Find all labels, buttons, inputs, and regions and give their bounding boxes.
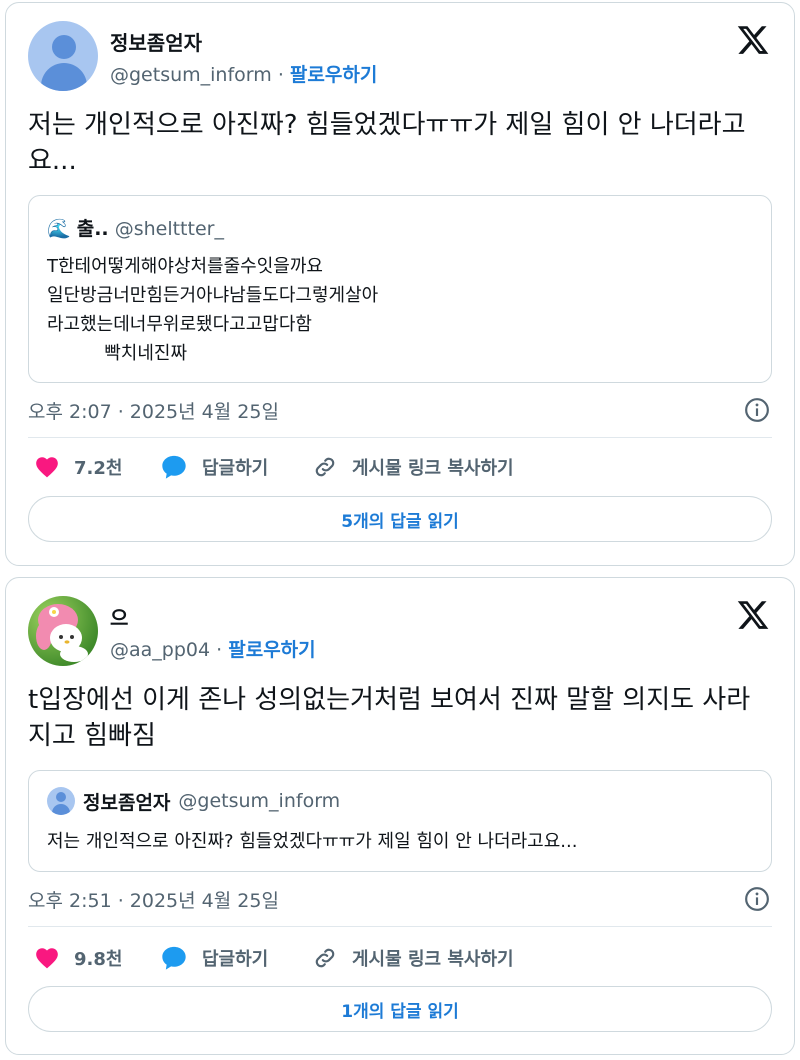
- author-name[interactable]: 으: [110, 602, 128, 631]
- copy-link-label: 게시물 링크 복사하기: [352, 949, 514, 970]
- reply-label: 답글하기: [202, 458, 269, 479]
- timestamp[interactable]: 오후 2:51 · 2025년 4월 25일: [28, 890, 279, 912]
- reply-button[interactable]: 답글하기: [160, 942, 268, 974]
- like-button[interactable]: 7.2천: [34, 451, 122, 483]
- divider: [28, 926, 772, 927]
- follow-button[interactable]: 팔로우하기: [290, 64, 377, 86]
- separator-dot: ·: [277, 64, 290, 86]
- timestamp[interactable]: 오후 2:07 · 2025년 4월 25일: [28, 401, 279, 423]
- quoted-author-handle: @shelttter_: [114, 218, 224, 240]
- heart-icon: [36, 948, 58, 969]
- quoted-tweet[interactable]: 🌊 출.. @shelttter_ T한테어떻게해야상처를줄수잇을까요 일단방금…: [28, 195, 772, 383]
- link-icon: [315, 457, 335, 477]
- avatar[interactable]: [28, 596, 98, 666]
- embedded-tweet: 정보좀얻자 @getsum_inform · 팔로우하기 저는 개인적으로 아진…: [5, 2, 795, 566]
- divider: [28, 437, 772, 438]
- quoted-tweet[interactable]: 정보좀얻자 @getsum_inform 저는 개인적으로 아진짜? 힘들었겠다…: [28, 770, 772, 872]
- read-replies-button[interactable]: 1개의 답글 읽기: [28, 986, 772, 1032]
- heart-icon: [36, 457, 58, 478]
- author-handle-row: @getsum_inform · 팔로우하기: [110, 60, 377, 87]
- author-handle[interactable]: @aa_pp04: [110, 639, 210, 661]
- quoted-tweet-text: 저는 개인적으로 아진짜? 힘들었겠다ㅠㅠ가 제일 힘이 안 나더라고요...: [47, 831, 578, 852]
- author-handle-row: @aa_pp04 · 팔로우하기: [110, 635, 316, 662]
- action-bar: 7.2천 답글하기 게시물 링크 복사하기: [28, 451, 772, 483]
- like-count: 7.2천: [74, 458, 123, 479]
- like-button[interactable]: 9.8천: [34, 942, 122, 974]
- embedded-tweet: 으 @aa_pp04 · 팔로우하기 t입장에선 이게 존나 성의없는거처럼 보…: [5, 577, 795, 1055]
- tweet-header: 으 @aa_pp04 · 팔로우하기: [28, 596, 774, 666]
- my-melody-avatar-icon: [36, 604, 88, 662]
- link-icon: [315, 948, 335, 968]
- copy-link-button[interactable]: 게시물 링크 복사하기: [312, 942, 514, 974]
- tweet-meta: 오후 2:51 · 2025년 4월 25일: [28, 886, 772, 916]
- reply-label: 답글하기: [202, 949, 269, 970]
- reply-button[interactable]: 답글하기: [160, 451, 268, 483]
- quoted-tweet-text: T한테어떻게해야상처를줄수잇을까요 일단방금너만힘든거아냐남들도다그렇게살아 라…: [47, 256, 379, 364]
- speech-bubble-icon: [162, 946, 186, 970]
- action-bar: 9.8천 답글하기 게시물 링크 복사하기: [28, 942, 772, 974]
- wave-emoji-icon: 🌊: [47, 218, 71, 240]
- x-logo-icon[interactable]: [736, 23, 770, 57]
- tweet-text: 저는 개인적으로 아진짜? 힘들었겠다ㅠㅠ가 제일 힘이 안 나더라고요...: [28, 110, 746, 176]
- author-name[interactable]: 정보좀얻자: [110, 27, 202, 56]
- separator-dot: ·: [216, 639, 229, 661]
- x-logo-icon[interactable]: [736, 598, 770, 632]
- quoted-tweet-header: 🌊 출.. @shelttter_: [47, 214, 224, 241]
- quoted-author-name: 출..: [76, 218, 109, 240]
- tweet-header: 정보좀얻자 @getsum_inform · 팔로우하기: [28, 21, 774, 91]
- info-icon[interactable]: [744, 886, 770, 912]
- author-handle[interactable]: @getsum_inform: [110, 64, 272, 86]
- read-replies-button[interactable]: 5개의 답글 읽기: [28, 496, 772, 542]
- copy-link-button[interactable]: 게시물 링크 복사하기: [312, 451, 514, 483]
- like-count: 9.8천: [74, 949, 123, 970]
- tweet-meta: 오후 2:07 · 2025년 4월 25일: [28, 397, 772, 427]
- quoted-tweet-header: 정보좀얻자 @getsum_inform: [47, 787, 340, 815]
- quoted-avatar: [47, 787, 75, 815]
- avatar[interactable]: [28, 21, 98, 91]
- quoted-author-handle: @getsum_inform: [178, 790, 341, 812]
- tweet-text: t입장에선 이게 존나 성의없는거처럼 보여서 진짜 말할 의지도 사라지고 힘…: [28, 685, 751, 751]
- info-icon[interactable]: [744, 397, 770, 423]
- copy-link-label: 게시물 링크 복사하기: [352, 458, 514, 479]
- quoted-author-name: 정보좀얻자: [83, 791, 171, 814]
- follow-button[interactable]: 팔로우하기: [228, 639, 315, 661]
- speech-bubble-icon: [162, 455, 186, 479]
